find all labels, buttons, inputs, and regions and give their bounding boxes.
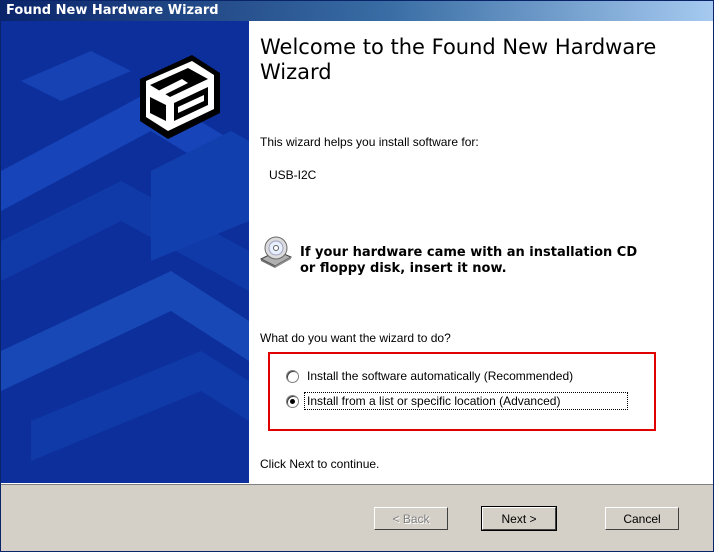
wizard-window: Found New Hardware Wizard Welcome to the…: [0, 0, 714, 552]
option-install-automatically[interactable]: Install the software automatically (Reco…: [286, 368, 646, 384]
option-install-from-list[interactable]: Install from a list or specific location…: [286, 392, 646, 410]
button-bar: < Back Next > Cancel: [1, 483, 713, 551]
option-install-automatically-label: Install the software automatically (Reco…: [307, 369, 574, 383]
cd-floppy-icon: [259, 235, 293, 269]
cd-message-line1: If your hardware came with an installati…: [300, 245, 638, 260]
page-title: Welcome to the Found New Hardware Wizard: [260, 35, 657, 84]
wizard-content: Welcome to the Found New Hardware Wizard…: [249, 21, 713, 483]
wizard-sidebar-graphic: [1, 21, 249, 483]
cancel-button[interactable]: Cancel: [605, 507, 679, 530]
device-name: USB-I2C: [269, 168, 317, 182]
radio-install-automatically[interactable]: [286, 370, 299, 383]
continue-text: Click Next to continue.: [260, 457, 380, 471]
footer-separator: [1, 484, 713, 485]
window-title: Found New Hardware Wizard: [6, 3, 219, 18]
hardware-box-icon: [136, 51, 224, 143]
radio-selected-dot: [290, 399, 295, 404]
option-install-from-list-label: Install from a list or specific location…: [307, 394, 561, 408]
next-button[interactable]: Next >: [481, 506, 557, 531]
title-bar[interactable]: Found New Hardware Wizard: [1, 1, 713, 21]
cd-message-line2: or floppy disk, insert it now.: [300, 261, 507, 276]
radio-install-from-list[interactable]: [286, 395, 299, 408]
question-text: What do you want the wizard to do?: [260, 331, 451, 345]
intro-text: This wizard helps you install software f…: [260, 135, 479, 149]
back-button[interactable]: < Back: [374, 507, 448, 530]
